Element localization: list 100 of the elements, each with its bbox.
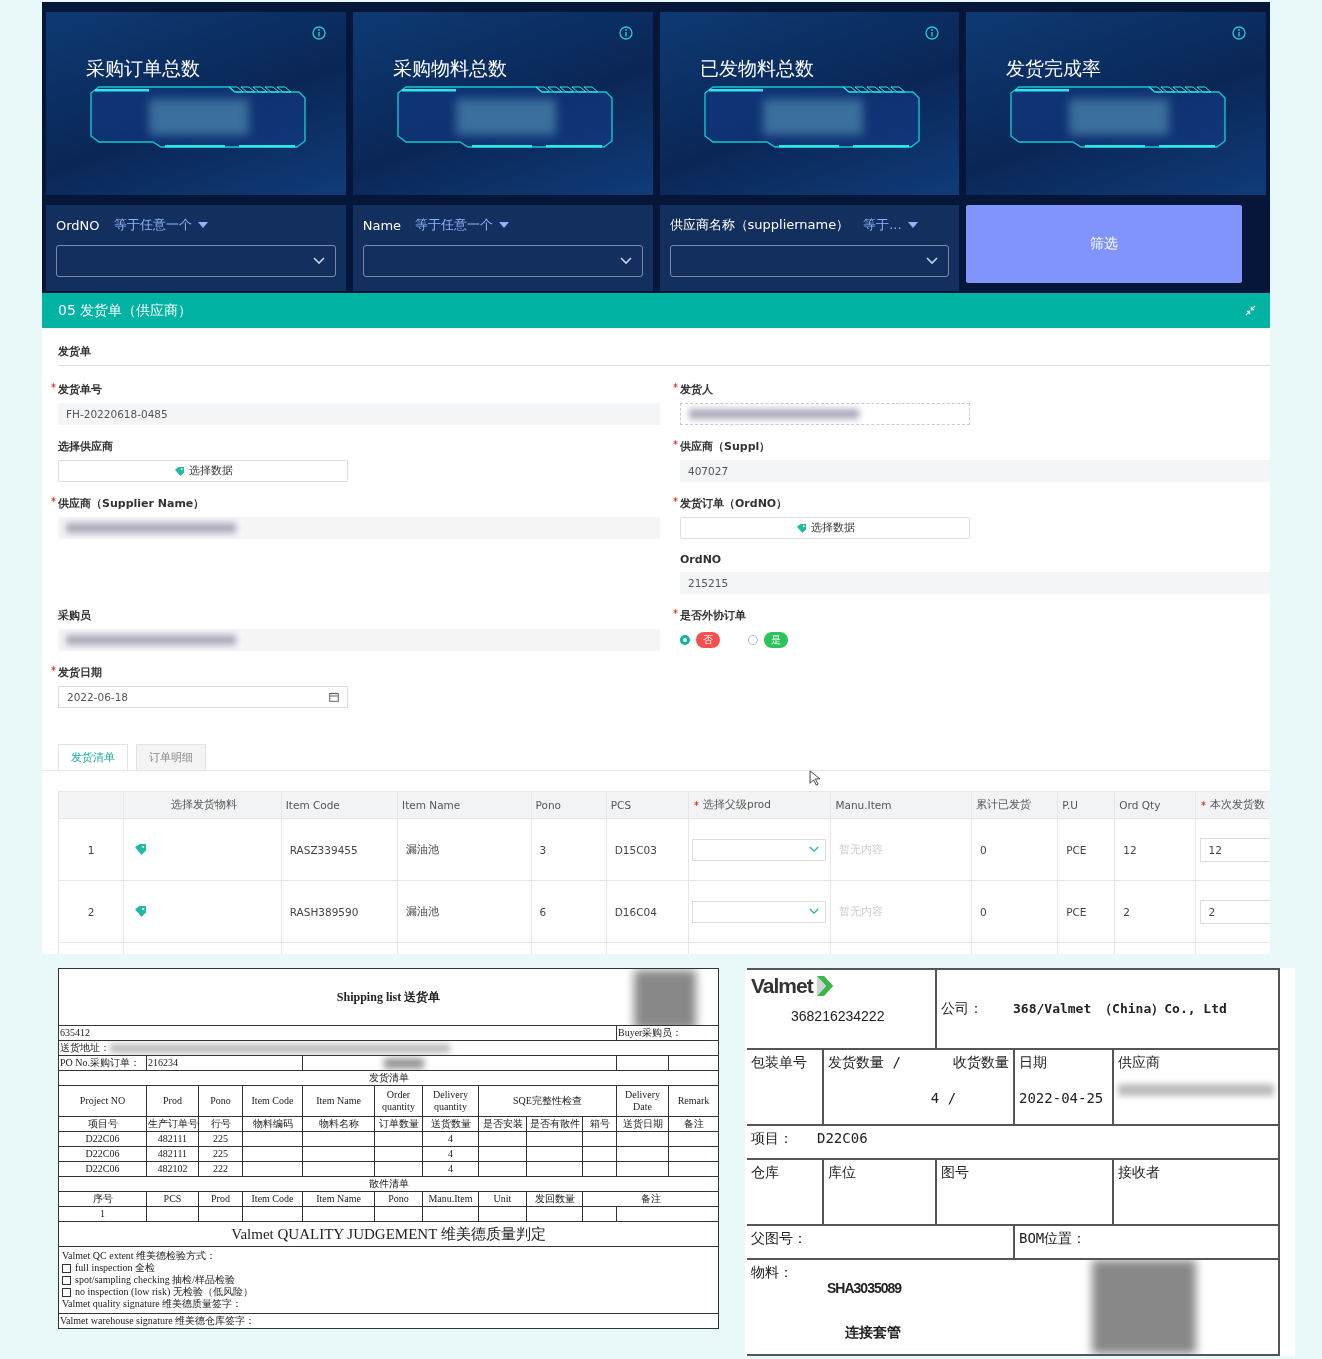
text-field[interactable] [680, 403, 970, 425]
cell-text: 父图号： [751, 1230, 807, 1246]
filter-label: Name [362, 217, 402, 233]
cell-text: 4 / [930, 1090, 957, 1106]
column-header: 序号 [92, 1193, 113, 1205]
column-header: 选择发货物料 [171, 798, 238, 810]
calendar-icon [329, 692, 339, 702]
cell-text: Valmet QC extent 维美德检验方式： [62, 1250, 217, 1262]
column-header: 是否安装 [482, 1118, 523, 1130]
cell-text: 散件清单 [368, 1178, 409, 1190]
info-icon[interactable] [618, 26, 633, 40]
column-header: 生产订单号 [148, 1118, 198, 1130]
operator-dropdown[interactable]: 等于任意一个 [415, 216, 510, 234]
column-header: Pono [388, 1193, 409, 1205]
cell-text: 2022-04-25 [1019, 1090, 1104, 1106]
info-icon[interactable] [1232, 26, 1246, 40]
column-header: Pono [535, 799, 561, 811]
cell-text: 图号 [941, 1164, 969, 1180]
select-data-button[interactable]: 选择数据 [58, 460, 348, 482]
column-header: Delivery Date [625, 1089, 660, 1113]
cell-text: Valmet quality signature 维美德质量签字： [62, 1298, 243, 1311]
operator-dropdown[interactable]: 等于任意一个 [113, 216, 208, 234]
text-field[interactable]: 407027 [680, 460, 1270, 482]
cell-text: D22C06 [85, 1163, 120, 1175]
cell-text: 连接套管 [845, 1324, 901, 1342]
quantity-field[interactable]: 2 [1199, 899, 1270, 924]
cell-text: 仓库 [751, 1164, 779, 1180]
kpi-title: 采购物料总数 [392, 56, 507, 81]
column-header: 是否有散件 [529, 1118, 580, 1130]
field-label: 是否外协订单 [673, 608, 746, 623]
text-field[interactable]: FH-20220618-0485 [58, 403, 660, 425]
text-field[interactable] [58, 517, 660, 539]
cell-text: 物料： [751, 1264, 793, 1280]
cell-text: 库位 [828, 1164, 856, 1180]
column-header: Prod [163, 1095, 182, 1107]
column-header: 送货数量 [430, 1118, 471, 1130]
table-cell: 漏油池 [406, 904, 440, 917]
column-header: Remark [677, 1095, 710, 1107]
checkbox[interactable] [62, 1287, 71, 1297]
radio-button[interactable] [748, 635, 758, 645]
cell-text: full inspection 全检 [75, 1262, 155, 1275]
table-cell: 3 [539, 843, 547, 856]
cell-text: SHA3035089 [827, 1280, 902, 1296]
radio-button[interactable] [680, 635, 690, 645]
column-header: 箱号 [589, 1118, 610, 1130]
table-cell: 2 [1123, 905, 1131, 918]
table-cell: D15C03 [614, 843, 657, 856]
cell-text: 225 [213, 1133, 228, 1145]
info-icon[interactable] [925, 26, 940, 40]
caret-icon [907, 222, 918, 228]
chevron-logo-icon [814, 974, 835, 998]
select-field[interactable] [669, 245, 950, 277]
text-field[interactable] [58, 629, 660, 651]
column-header: 选择父级prod [693, 798, 771, 810]
panel-title: 05 发货单（供应商） [58, 301, 193, 320]
table-cell: 0 [979, 905, 987, 918]
tag-icon [173, 465, 185, 477]
column-header: 送货日期 [622, 1118, 663, 1130]
text-field[interactable]: 215215 [680, 572, 1270, 594]
cell-text: spot/sampling checking 抽检/样品检验 [75, 1274, 235, 1286]
column-header: Ord Qty [1119, 799, 1161, 811]
date-field[interactable]: 2022-06-18 [58, 686, 348, 708]
operator-dropdown[interactable]: 等于... [863, 216, 918, 234]
column-header: 发回数量 [534, 1193, 575, 1205]
cell-text: 发货数量 / [828, 1054, 901, 1072]
cell-text: PO No.采购订单： [60, 1057, 140, 1069]
cell-text: no inspection (low risk) 无检验（低风险） [75, 1286, 253, 1298]
column-header: 物料编码 [252, 1118, 293, 1130]
column-header: 备注 [640, 1193, 661, 1205]
quantity-field[interactable]: 12 [1199, 837, 1270, 862]
tag-icon[interactable] [134, 905, 148, 919]
checkbox[interactable] [62, 1263, 71, 1273]
cell-text: D22C06 [85, 1133, 120, 1145]
table-cell: PCE [1066, 905, 1087, 918]
select-data-button[interactable]: 选择数据 [680, 517, 970, 539]
checkbox[interactable] [62, 1275, 71, 1285]
table-cell: 0 [979, 843, 987, 856]
info-icon[interactable] [311, 26, 326, 40]
caret-icon [197, 222, 208, 228]
kpi-title: 采购订单总数 [86, 56, 200, 81]
cell-text: 项目： [751, 1130, 793, 1146]
collapse-icon[interactable] [1245, 305, 1256, 316]
quality-title: Valmet QUALITY JUDGEMENT 维美德质量判定 [231, 1226, 546, 1243]
tab[interactable]: 订单明细 [136, 744, 206, 770]
select-field[interactable] [56, 245, 336, 277]
filter-label: OrdNO [56, 217, 100, 233]
select-field[interactable] [362, 245, 643, 277]
cell-text: 4 [448, 1163, 453, 1175]
option-tag: 否 [696, 632, 720, 648]
column-header: Item Name [316, 1095, 361, 1107]
column-header: 订单数量 [378, 1118, 419, 1130]
column-header: Prod [211, 1193, 230, 1205]
kpi-title: 已发物料总数 [699, 56, 814, 81]
column-header: 项目号 [87, 1118, 118, 1130]
table-cell: 漏油池 [406, 842, 440, 855]
cell-text: 公司： [941, 1000, 983, 1016]
tag-icon[interactable] [134, 843, 148, 857]
column-header: Unit [493, 1193, 512, 1205]
column-header: Item Name [402, 799, 461, 811]
logo-text: Valmet [751, 974, 813, 998]
